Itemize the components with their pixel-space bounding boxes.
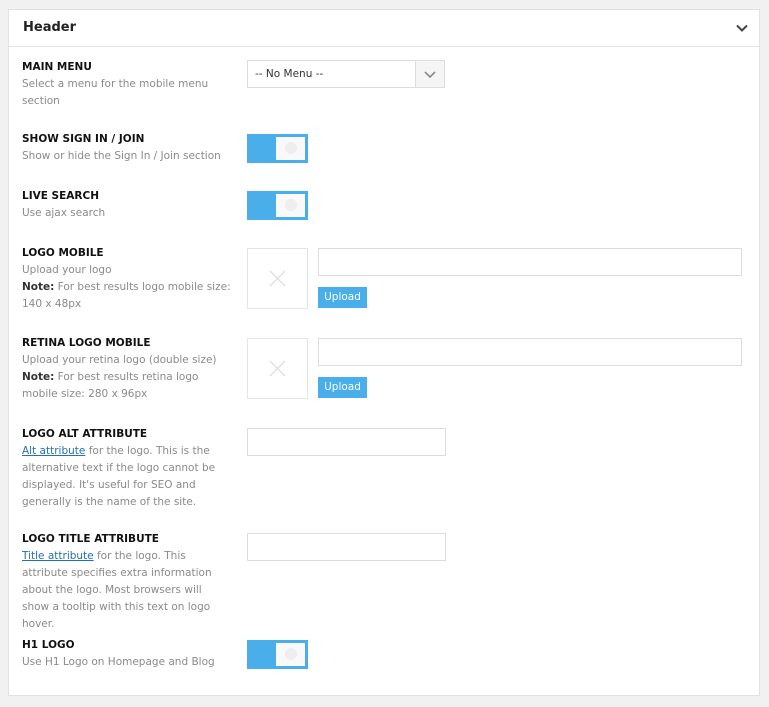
toggle-knob: [276, 643, 305, 666]
main-menu-select-value: -- No Menu --: [255, 68, 324, 80]
main-menu-select[interactable]: -- No Menu --: [247, 60, 445, 88]
logo-title-title: LOGO TITLE ATTRIBUTE: [22, 533, 159, 545]
logo-mobile-upload-button[interactable]: Upload: [318, 287, 367, 308]
logo-alt-link[interactable]: Alt attribute: [22, 445, 85, 457]
logo-alt-input[interactable]: [247, 428, 446, 456]
live-search-desc: Use ajax search: [22, 207, 106, 219]
retina-logo-upload-button[interactable]: Upload: [318, 377, 367, 398]
logo-title-desc: for the logo. This attribute specifies e…: [22, 550, 212, 630]
logo-title-input[interactable]: [247, 533, 446, 561]
toggle-knob: [276, 194, 305, 217]
logo-alt-title: LOGO ALT ATTRIBUTE: [22, 428, 148, 440]
h1-logo-toggle[interactable]: [247, 640, 308, 669]
logo-mobile-title: LOGO MOBILE: [22, 247, 104, 259]
chevron-down-icon[interactable]: [735, 21, 749, 35]
logo-title-link[interactable]: Title attribute: [22, 550, 94, 562]
live-search-title: LIVE SEARCH: [22, 190, 99, 202]
logo-mobile-preview: [247, 248, 308, 309]
h1-logo-desc: Use H1 Logo on Homepage and Blog: [22, 656, 215, 668]
header-settings-panel: Header MAIN MENU Select a menu for the m…: [8, 9, 760, 696]
logo-mobile-url-input[interactable]: [318, 248, 742, 276]
close-icon: [269, 360, 286, 377]
main-menu-desc: Select a menu for the mobile menu sectio…: [22, 78, 209, 107]
logo-mobile-note-label: Note:: [22, 281, 55, 293]
sign-in-toggle[interactable]: [247, 134, 308, 163]
h1-logo-title: H1 LOGO: [22, 639, 75, 651]
logo-mobile-note: For best results logo mobile size: 140 x…: [22, 281, 231, 310]
sign-in-title: SHOW SIGN IN / JOIN: [22, 133, 145, 145]
sign-in-desc: Show or hide the Sign In / Join section: [22, 150, 221, 162]
panel-header[interactable]: Header: [9, 10, 759, 47]
retina-logo-title: RETINA LOGO MOBILE: [22, 337, 151, 349]
retina-logo-preview: [247, 338, 308, 399]
chevron-down-icon: [424, 71, 436, 79]
close-icon: [269, 270, 286, 287]
select-arrow[interactable]: [415, 61, 444, 87]
main-menu-title: MAIN MENU: [22, 61, 92, 73]
retina-logo-desc: Upload your retina logo (double size): [22, 354, 217, 366]
toggle-knob: [276, 137, 305, 160]
panel-title: Header: [23, 20, 77, 35]
retina-logo-note-label: Note:: [22, 371, 55, 383]
live-search-toggle[interactable]: [247, 191, 308, 220]
logo-mobile-desc: Upload your logo: [22, 264, 112, 276]
retina-logo-url-input[interactable]: [318, 338, 742, 366]
